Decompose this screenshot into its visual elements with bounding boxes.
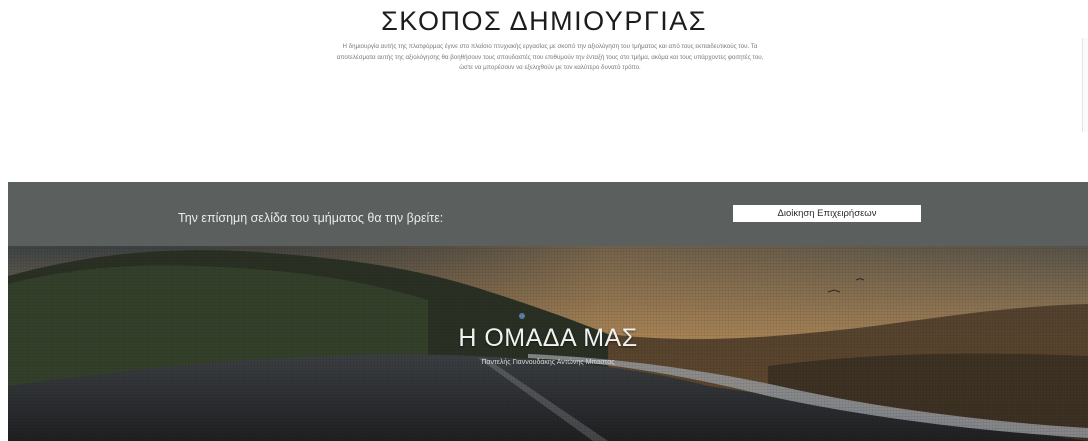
- team-hero: Η ΟΜΑΔΑ ΜΑΣ Παντελής Γιαννουδάκης Αντώνη…: [8, 246, 1088, 441]
- purpose-description: Η δημιουργία αυτής της πλατφόρμας έγινε …: [336, 43, 764, 71]
- department-link-button[interactable]: Διοίκηση Επιχειρήσεων: [733, 205, 921, 222]
- right-edge-panel: [1082, 38, 1088, 132]
- official-page-band: [8, 182, 1088, 246]
- team-members: Παντελής Γιαννουδάκης Αντώνης Μπαστας: [481, 359, 615, 366]
- purpose-section: ΣΚΟΠΟΣ ΔΗΜΙΟΥΡΓΙΑΣ Η δημιουργία αυτής τη…: [0, 0, 1088, 182]
- purpose-title: ΣΚΟΠΟΣ ΔΗΜΙΟΥΡΓΙΑΣ: [381, 6, 707, 36]
- team-title: Η ΟΜΑΔΑ ΜΑΣ: [458, 324, 638, 352]
- official-page-text: Την επίσημη σελίδα του τμήματος θα την β…: [178, 211, 444, 225]
